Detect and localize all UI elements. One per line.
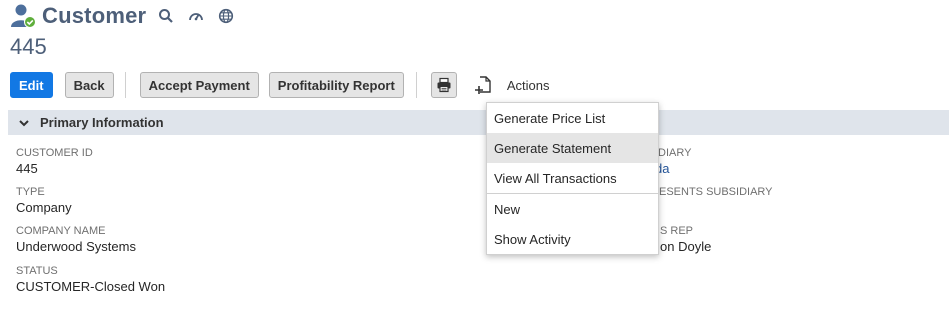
menu-item-view-all-transactions[interactable]: View All Transactions — [487, 163, 658, 193]
section-title: Primary Information — [40, 115, 164, 130]
menu-item-generate-price-list[interactable]: Generate Price List — [487, 103, 658, 133]
search-icon[interactable] — [158, 8, 174, 24]
actions-menu-button[interactable]: Actions — [507, 78, 550, 93]
field-label: COMPANY NAME — [16, 225, 106, 237]
menu-item-new[interactable]: New — [487, 194, 658, 224]
record-id: 445 — [10, 34, 47, 59]
menu-item-generate-statement[interactable]: Generate Statement — [487, 133, 658, 163]
field-label: TYPE — [16, 186, 45, 198]
field-label: STATUS — [16, 265, 58, 277]
globe-icon[interactable] — [218, 8, 234, 24]
field-label: IDIARY — [655, 147, 692, 159]
field-value: Company — [16, 200, 72, 215]
customer-record-icon — [10, 3, 36, 29]
field-value: CUSTOMER-Closed Won — [16, 279, 166, 294]
new-document-icon[interactable] — [473, 72, 495, 98]
title-tools — [158, 8, 234, 24]
actions-dropdown-menu: Generate Price List Generate Statement V… — [486, 102, 659, 255]
subsidiary-field: IDIARY da — [655, 147, 691, 176]
page-title: Customer — [42, 3, 147, 28]
profitability-report-button[interactable]: Profitability Report — [268, 72, 404, 98]
type-field: TYPE Company — [16, 186, 72, 215]
status-field: STATUS CUSTOMER-Closed Won — [16, 265, 165, 294]
toolbar-divider — [415, 72, 417, 98]
chevron-down-icon — [18, 117, 30, 129]
title-row: Customer — [10, 2, 234, 30]
print-icon — [437, 77, 451, 93]
toolbar: Edit Back Accept Payment Profitability R… — [10, 72, 549, 98]
field-value: 445 — [16, 161, 38, 176]
toolbar-divider — [124, 72, 126, 98]
primary-information-section[interactable]: Primary Information — [8, 110, 949, 135]
edit-button[interactable]: Edit — [10, 72, 53, 98]
field-label: ESENTS SUBSIDIARY — [659, 186, 773, 198]
subsidiary-link[interactable]: da — [655, 161, 691, 176]
field-label: S REP — [660, 225, 694, 237]
field-value: Underwood Systems — [16, 239, 136, 254]
accept-payment-button[interactable]: Accept Payment — [139, 72, 259, 98]
menu-item-show-activity[interactable]: Show Activity — [487, 224, 658, 254]
field-label: CUSTOMER ID — [16, 147, 93, 159]
print-button[interactable] — [430, 72, 457, 98]
company-name-field: COMPANY NAME Underwood Systems — [16, 225, 136, 254]
sales-rep-field: S REP on Doyle — [660, 225, 711, 254]
customer-id-field: CUSTOMER ID 445 — [16, 147, 93, 176]
field-value: on Doyle — [660, 239, 712, 254]
back-button[interactable]: Back — [64, 72, 114, 98]
represents-subsidiary-field: ESENTS SUBSIDIARY — [659, 186, 773, 198]
dashboard-icon[interactable] — [188, 8, 204, 24]
